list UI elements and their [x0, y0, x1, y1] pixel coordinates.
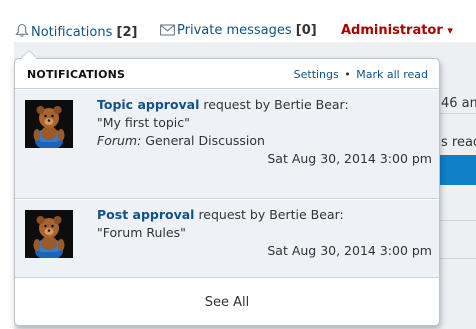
- notification-subject: "My first topic": [97, 115, 190, 130]
- notifications-dropdown: NOTIFICATIONS Settings • Mark all read T…: [14, 50, 440, 326]
- notification-title: Post approval request by Bertie Bear:: [97, 206, 432, 224]
- chevron-down-icon: ▾: [447, 24, 453, 37]
- user-menu-link[interactable]: Administrator ▾: [341, 23, 453, 39]
- envelope-icon: [160, 24, 175, 36]
- dropdown-title: NOTIFICATIONS: [27, 68, 126, 81]
- avatar: [25, 210, 73, 258]
- link-separator: •: [344, 68, 351, 81]
- teddy-bear-avatar-icon: [25, 210, 73, 258]
- notification-type: Post approval: [97, 207, 195, 222]
- notifications-count: [2]: [116, 25, 138, 40]
- notifications-label: Notifications: [31, 25, 113, 40]
- notification-time: Sat Aug 30, 2014 3:00 pm: [267, 243, 432, 258]
- notifications-link[interactable]: Notifications [2]: [15, 23, 137, 41]
- private-messages-link[interactable]: Private messages [0]: [160, 23, 317, 39]
- top-navigation-bar: Notifications [2] Private messages [0] A…: [0, 0, 476, 42]
- dropdown-header: NOTIFICATIONS Settings • Mark all read: [15, 59, 439, 89]
- notification-forum: Forum: General Discussion: [97, 132, 432, 150]
- notification-type: Topic approval: [97, 97, 200, 112]
- private-messages-label: Private messages: [177, 23, 292, 38]
- avatar: [25, 100, 73, 148]
- notification-requester: request by Bertie Bear:: [194, 207, 344, 222]
- forum-label: Forum:: [97, 133, 142, 148]
- see-all-link[interactable]: See All: [15, 279, 439, 326]
- bell-icon: [15, 23, 29, 37]
- dropdown-pointer: [20, 50, 38, 59]
- notification-content: Topic approval request by Bertie Bear: "…: [97, 96, 432, 168]
- notification-item[interactable]: Post approval request by Bertie Bear: "F…: [15, 200, 439, 278]
- forum-name: General Discussion: [141, 133, 265, 148]
- username-label: Administrator: [341, 23, 443, 38]
- notification-subject: "Forum Rules": [97, 225, 186, 240]
- background-text: s read: [441, 135, 476, 150]
- teddy-bear-avatar-icon: [25, 100, 73, 148]
- mark-all-read-link[interactable]: Mark all read: [356, 68, 428, 81]
- notification-content: Post approval request by Bertie Bear: "F…: [97, 206, 432, 260]
- notification-title: Topic approval request by Bertie Bear:: [97, 96, 432, 114]
- dropdown-header-links: Settings • Mark all read: [294, 68, 428, 81]
- notification-time: Sat Aug 30, 2014 3:00 pm: [267, 151, 432, 166]
- private-messages-count: [0]: [295, 23, 317, 38]
- settings-link[interactable]: Settings: [294, 68, 339, 81]
- notification-item[interactable]: Topic approval request by Bertie Bear: "…: [15, 90, 439, 199]
- background-text: 46 am: [441, 96, 476, 111]
- notification-requester: request by Bertie Bear:: [199, 97, 349, 112]
